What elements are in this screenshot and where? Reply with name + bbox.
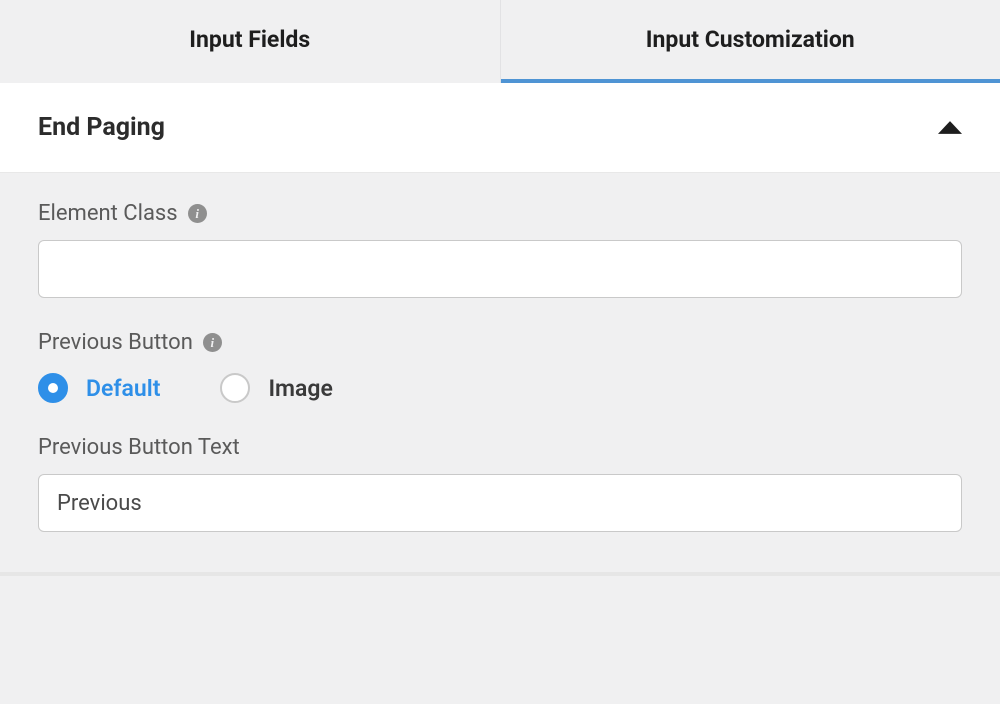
info-icon[interactable]: i [188,204,207,223]
label-text: Element Class [38,201,178,226]
radio-circle-icon [38,373,68,403]
radio-option-image[interactable]: Image [220,373,332,403]
label-text: Previous Button Text [38,435,240,460]
element-class-label: Element Class i [38,201,962,226]
radio-option-default[interactable]: Default [38,373,160,403]
tabs-container: Input Fields Input Customization [0,0,1000,83]
field-previous-button-text: Previous Button Text [38,435,962,532]
previous-button-label: Previous Button i [38,330,962,355]
label-text: Previous Button [38,330,193,355]
previous-button-text-input[interactable] [38,474,962,532]
radio-circle-icon [220,373,250,403]
previous-button-text-label: Previous Button Text [38,435,962,460]
tab-label: Input Fields [189,26,310,53]
tab-label: Input Customization [646,26,855,53]
tab-input-fields[interactable]: Input Fields [0,0,501,83]
form-area: Element Class i Previous Button i Defaul… [0,173,1000,572]
field-previous-button: Previous Button i Default Image [38,330,962,403]
info-icon[interactable]: i [203,333,222,352]
divider [0,572,1000,576]
section-header[interactable]: End Paging [0,83,1000,173]
element-class-input[interactable] [38,240,962,298]
field-element-class: Element Class i [38,201,962,298]
chevron-up-icon [938,121,962,134]
radio-label: Image [268,375,332,402]
radio-label: Default [86,375,160,402]
tab-input-customization[interactable]: Input Customization [501,0,1000,83]
section-title: End Paging [38,113,165,142]
radio-group: Default Image [38,373,962,403]
